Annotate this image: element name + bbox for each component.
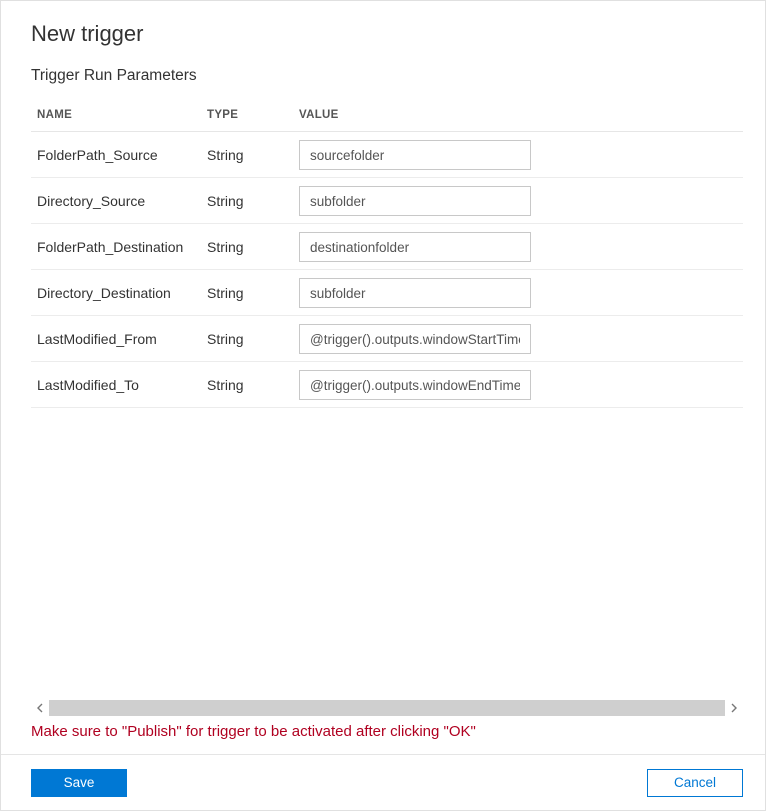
param-type: String: [201, 132, 293, 178]
table-row: FolderPath_Destination String: [31, 224, 743, 270]
param-name: LastModified_From: [31, 316, 201, 362]
param-value-input[interactable]: [299, 324, 531, 354]
param-value-input[interactable]: [299, 232, 531, 262]
table-row: Directory_Destination String: [31, 270, 743, 316]
param-value-input[interactable]: [299, 186, 531, 216]
param-type: String: [201, 362, 293, 408]
scrollbar-track[interactable]: [49, 700, 725, 716]
param-type: String: [201, 178, 293, 224]
param-type: String: [201, 270, 293, 316]
param-name: LastModified_To: [31, 362, 201, 408]
footer-bar: Save Cancel: [1, 754, 765, 810]
table-row: LastModified_From String: [31, 316, 743, 362]
table-row: FolderPath_Source String: [31, 132, 743, 178]
chevron-right-icon[interactable]: [725, 699, 743, 717]
section-title: Trigger Run Parameters: [31, 67, 743, 85]
publish-warning: Make sure to "Publish" for trigger to be…: [31, 719, 743, 754]
param-value-input[interactable]: [299, 370, 531, 400]
col-header-type: TYPE: [201, 99, 293, 132]
param-type: String: [201, 224, 293, 270]
param-name: FolderPath_Source: [31, 132, 201, 178]
cancel-button[interactable]: Cancel: [647, 769, 743, 797]
param-value-input[interactable]: [299, 278, 531, 308]
param-value-input[interactable]: [299, 140, 531, 170]
col-header-value: VALUE: [293, 99, 743, 132]
table-row: Directory_Source String: [31, 178, 743, 224]
param-type: String: [201, 316, 293, 362]
horizontal-scrollbar[interactable]: [31, 699, 743, 717]
chevron-left-icon[interactable]: [31, 699, 49, 717]
parameters-table: NAME TYPE VALUE FolderPath_Source String…: [31, 99, 743, 408]
param-name: Directory_Source: [31, 178, 201, 224]
save-button[interactable]: Save: [31, 769, 127, 797]
page-title: New trigger: [31, 21, 743, 47]
col-header-name: NAME: [31, 99, 201, 132]
table-row: LastModified_To String: [31, 362, 743, 408]
param-name: FolderPath_Destination: [31, 224, 201, 270]
param-name: Directory_Destination: [31, 270, 201, 316]
